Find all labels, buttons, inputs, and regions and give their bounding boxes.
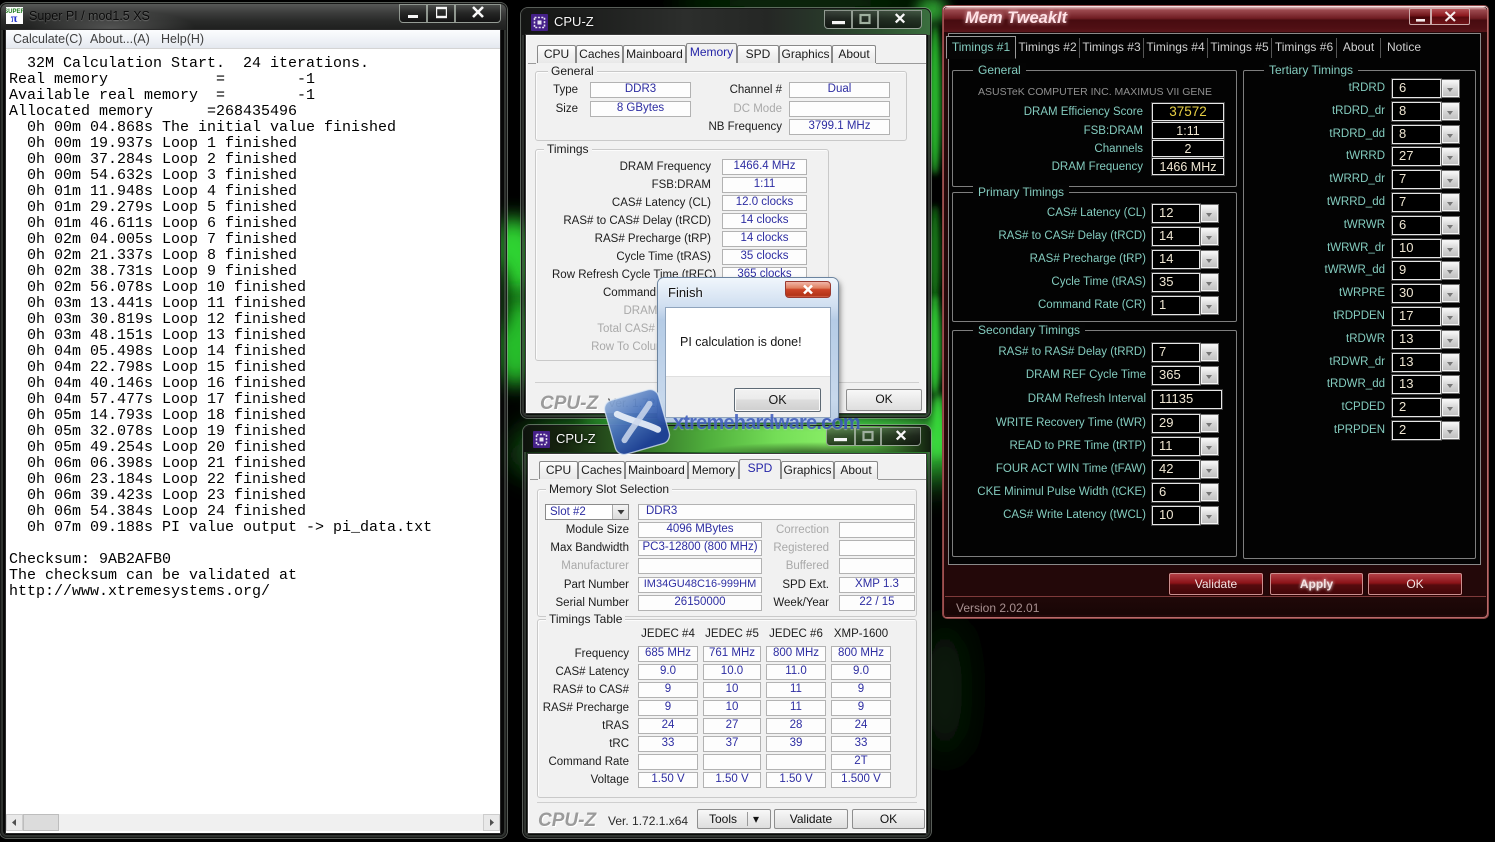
svg-text:π: π bbox=[11, 11, 18, 24]
